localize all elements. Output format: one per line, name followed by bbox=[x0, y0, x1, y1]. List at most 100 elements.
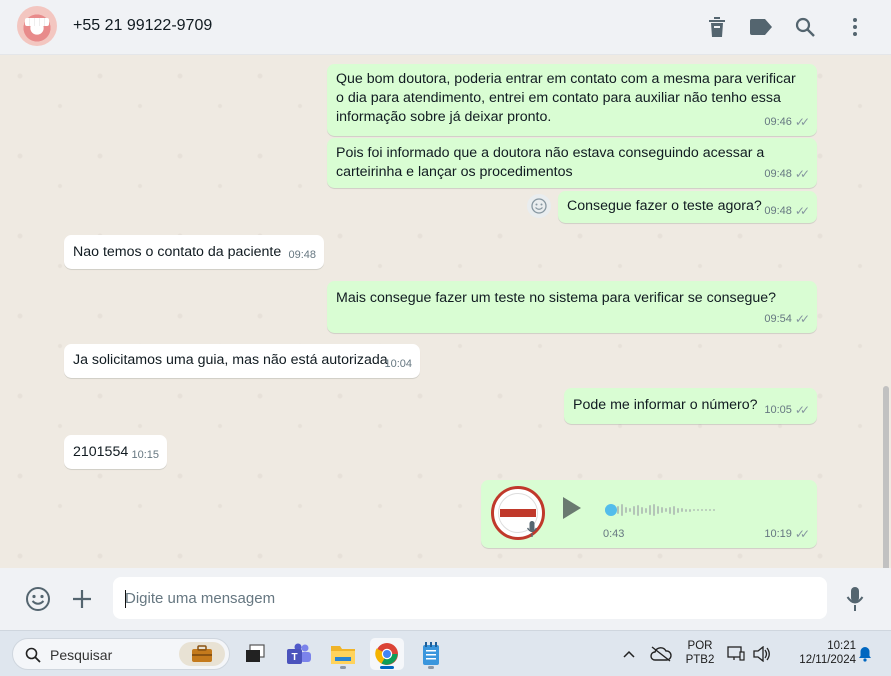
waveform-bar bbox=[657, 506, 659, 514]
waveform-bar bbox=[669, 506, 671, 514]
active-indicator bbox=[380, 666, 394, 669]
message-outgoing[interactable]: Consegue fazer o teste agora? 09:48 ✓✓ bbox=[558, 191, 817, 223]
waveform-bar bbox=[693, 509, 695, 511]
windows-taskbar: Pesquisar T POR PTB2 10:21 12/11/2024 bbox=[0, 630, 891, 676]
voice-record-icon[interactable] bbox=[841, 585, 869, 613]
mic-icon bbox=[525, 520, 539, 538]
chrome-icon[interactable] bbox=[370, 638, 404, 670]
message-text: Que bom doutora, poderia entrar em conta… bbox=[336, 71, 796, 125]
composer-bar bbox=[0, 568, 891, 630]
waveform-bar bbox=[621, 504, 623, 516]
message-time: 09:46 bbox=[764, 116, 792, 128]
notification-bell-icon[interactable] bbox=[854, 638, 876, 670]
keyboard-layout: PTB2 bbox=[685, 654, 715, 666]
waveform-bar bbox=[641, 506, 643, 514]
trash-icon[interactable] bbox=[704, 14, 730, 40]
waveform-bar bbox=[661, 507, 663, 513]
message-outgoing[interactable]: Pois foi informado que a doutora não est… bbox=[327, 138, 817, 188]
message-meta: 09:46 ✓✓ bbox=[764, 113, 810, 132]
message-text: 2101554 bbox=[73, 444, 129, 460]
play-icon[interactable] bbox=[561, 496, 585, 520]
message-meta: 09:48 ✓✓ bbox=[764, 202, 810, 221]
message-text: Pois foi informado que a doutora não est… bbox=[336, 145, 765, 180]
message-outgoing[interactable]: Mais consegue fazer um teste no sistema … bbox=[327, 281, 817, 333]
message-input[interactable] bbox=[113, 577, 827, 619]
notepad-icon[interactable] bbox=[414, 638, 448, 670]
waveform-bar bbox=[685, 508, 687, 512]
message-time: 09:48 bbox=[764, 168, 792, 180]
label-icon[interactable] bbox=[748, 14, 774, 40]
chat-area[interactable]: Que bom doutora, poderia entrar em conta… bbox=[0, 56, 891, 568]
audio-waveform[interactable] bbox=[605, 502, 795, 518]
message-time: 09:54 bbox=[764, 313, 792, 325]
search-icon bbox=[25, 647, 41, 663]
chat-scrollbar[interactable] bbox=[883, 386, 889, 568]
message-incoming[interactable]: Nao temos o contato da paciente 09:48 bbox=[64, 235, 324, 269]
more-vert-icon[interactable] bbox=[842, 14, 868, 40]
running-indicator bbox=[340, 666, 346, 669]
teams-icon[interactable]: T bbox=[282, 638, 316, 670]
message-text: Nao temos o contato da paciente bbox=[73, 244, 282, 260]
message-time: 10:19 bbox=[764, 528, 792, 540]
attach-plus-icon[interactable] bbox=[68, 585, 96, 613]
text-caret bbox=[125, 590, 126, 608]
message-time: 10:05 bbox=[764, 404, 792, 416]
taskbar-clock[interactable]: 10:21 12/11/2024 bbox=[780, 640, 856, 666]
message-incoming[interactable]: Ja solicitamos uma guia, mas não está au… bbox=[64, 344, 420, 378]
audio-duration: 0:43 bbox=[603, 528, 625, 540]
waveform-bar bbox=[705, 509, 707, 511]
react-emoji-icon[interactable] bbox=[527, 194, 551, 218]
read-ticks-icon: ✓✓ bbox=[794, 527, 810, 541]
task-view-icon[interactable] bbox=[238, 638, 272, 670]
message-time: 10:15 bbox=[131, 449, 159, 461]
waveform-bar bbox=[677, 507, 679, 513]
svg-text:T: T bbox=[291, 652, 297, 663]
emoji-icon[interactable] bbox=[24, 585, 52, 613]
network-monitor-icon[interactable] bbox=[724, 638, 748, 670]
onedrive-offline-icon[interactable] bbox=[646, 638, 676, 670]
message-text: Mais consegue fazer um teste no sistema … bbox=[336, 290, 777, 306]
taskbar-search[interactable]: Pesquisar bbox=[12, 638, 230, 670]
message-meta: 10:05 ✓✓ bbox=[764, 401, 810, 420]
waveform-bar bbox=[637, 504, 639, 516]
waveform-bar bbox=[653, 504, 655, 516]
message-meta: 09:48 ✓✓ bbox=[764, 165, 810, 184]
waveform-bar bbox=[649, 505, 651, 515]
search-icon[interactable] bbox=[792, 14, 818, 40]
waveform-bar bbox=[625, 507, 627, 513]
message-outgoing[interactable]: Pode me informar o número? 10:05 ✓✓ bbox=[564, 388, 817, 424]
read-ticks-icon: ✓✓ bbox=[794, 403, 810, 417]
message-meta: 10:19 ✓✓ bbox=[764, 525, 810, 544]
running-indicator bbox=[428, 666, 434, 669]
contact-avatar[interactable] bbox=[17, 6, 57, 46]
contact-name[interactable]: +55 21 99122-9709 bbox=[73, 17, 212, 35]
waveform-bar bbox=[709, 509, 711, 511]
read-ticks-icon: ✓✓ bbox=[794, 204, 810, 218]
language-indicator[interactable]: POR PTB2 bbox=[684, 640, 716, 666]
message-meta: 09:54 ✓✓ bbox=[764, 310, 810, 329]
waveform-bar bbox=[689, 508, 691, 512]
message-text: Pode me informar o número? bbox=[573, 397, 758, 413]
taskbar-search-label: Pesquisar bbox=[50, 647, 113, 663]
waveform-bar bbox=[697, 509, 699, 511]
file-explorer-icon[interactable] bbox=[326, 638, 360, 670]
volume-icon[interactable] bbox=[750, 638, 774, 670]
waveform-bar bbox=[665, 508, 667, 512]
message-incoming[interactable]: 2101554 10:15 bbox=[64, 435, 167, 469]
waveform-bar bbox=[673, 505, 675, 515]
waveform-bar bbox=[645, 507, 647, 513]
waveform-bar bbox=[629, 508, 631, 512]
waveform-bar bbox=[633, 505, 635, 515]
waveform-bar bbox=[681, 508, 683, 512]
message-time: 10:04 bbox=[384, 358, 412, 370]
clock-date: 12/11/2024 bbox=[799, 654, 856, 666]
waveform-bar bbox=[617, 506, 619, 514]
message-outgoing-audio[interactable]: 0:43 10:19 ✓✓ bbox=[481, 480, 817, 548]
language-code: POR bbox=[687, 640, 713, 652]
chat-header: +55 21 99122-9709 bbox=[0, 0, 891, 55]
message-time: 09:48 bbox=[288, 249, 316, 261]
audio-progress-handle[interactable] bbox=[605, 504, 617, 516]
chevron-up-icon[interactable] bbox=[614, 638, 644, 670]
message-outgoing[interactable]: Que bom doutora, poderia entrar em conta… bbox=[327, 64, 817, 136]
briefcase-icon bbox=[179, 642, 225, 666]
